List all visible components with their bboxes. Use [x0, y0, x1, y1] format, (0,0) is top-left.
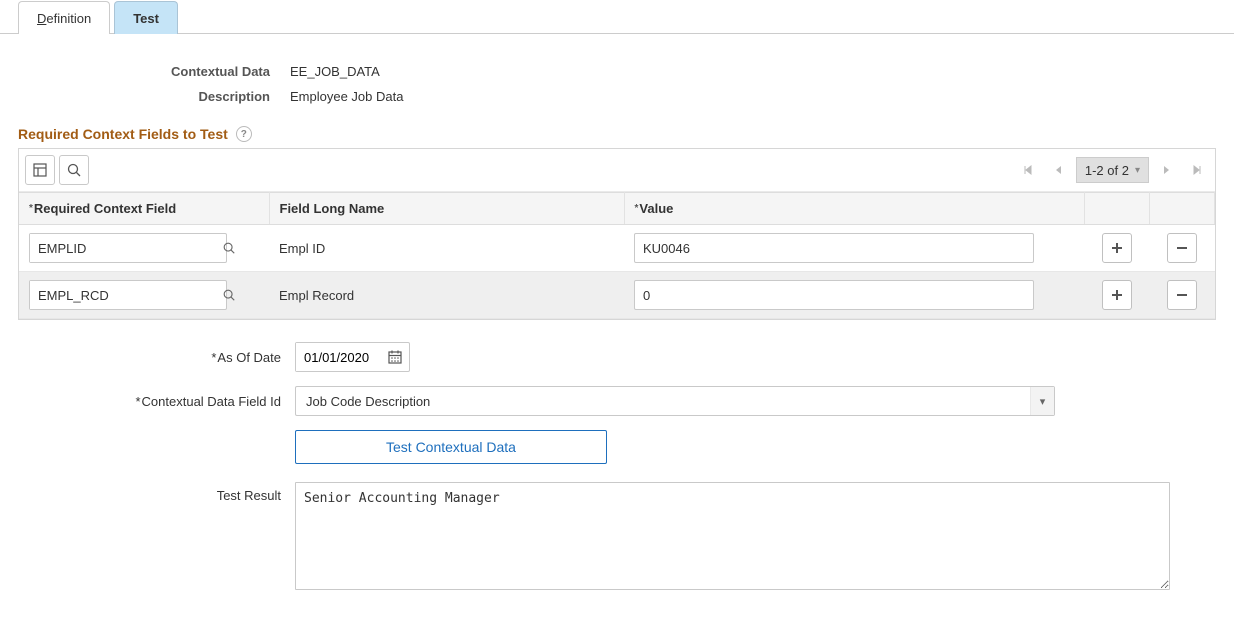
required-field-input[interactable]: [30, 281, 222, 309]
pager-next-icon[interactable]: [1155, 158, 1179, 182]
lookup-icon[interactable]: [222, 234, 236, 262]
contextual-data-label: Contextual Data: [0, 64, 290, 79]
pager-last-icon[interactable]: [1185, 158, 1209, 182]
test-result-label: Test Result: [0, 482, 295, 503]
calendar-icon[interactable]: [381, 343, 409, 371]
grid-toolbar: 1-2 of 2 ▾: [19, 149, 1215, 192]
add-row-button[interactable]: [1102, 233, 1132, 263]
required-field-lookup[interactable]: [29, 280, 227, 310]
as-of-date-field[interactable]: [295, 342, 410, 372]
as-of-date-label: *As Of Date: [0, 350, 295, 365]
test-contextual-data-button[interactable]: Test Contextual Data: [295, 430, 607, 464]
pager-prev-icon[interactable]: [1046, 158, 1070, 182]
tab-definition[interactable]: Definition: [18, 1, 110, 34]
pager-count[interactable]: 1-2 of 2 ▾: [1076, 157, 1149, 183]
description-value: Employee Job Data: [290, 89, 403, 104]
pager-first-icon[interactable]: [1016, 158, 1040, 182]
col-required-field: *Required Context Field: [19, 193, 269, 225]
chevron-down-icon: ▾: [1135, 165, 1140, 176]
required-field-lookup[interactable]: [29, 233, 227, 263]
delete-row-button[interactable]: [1167, 280, 1197, 310]
table-row: Empl ID: [19, 225, 1215, 272]
contextual-data-row: Contextual Data EE_JOB_DATA: [0, 64, 1234, 79]
delete-row-button[interactable]: [1167, 233, 1197, 263]
col-field-long-name: Field Long Name: [269, 193, 624, 225]
help-icon[interactable]: ?: [236, 126, 252, 142]
add-row-button[interactable]: [1102, 280, 1132, 310]
col-value: *Value: [624, 193, 1085, 225]
field-long-name-cell: Empl Record: [269, 272, 624, 319]
test-result-row: Test Result: [0, 482, 1234, 593]
cdf-row: *Contextual Data Field Id Job Code Descr…: [0, 386, 1234, 416]
tab-bar: Definition Test: [0, 0, 1234, 34]
cdf-select[interactable]: Job Code Description ▾: [295, 386, 1055, 416]
field-long-name-cell: Empl ID: [269, 225, 624, 272]
section-heading: Required Context Fields to Test ?: [18, 126, 1234, 142]
test-result-output[interactable]: [295, 482, 1170, 590]
as-of-date-input[interactable]: [296, 343, 381, 371]
required-field-input[interactable]: [30, 234, 222, 262]
value-input[interactable]: [634, 233, 1034, 263]
personalize-icon[interactable]: [25, 155, 55, 185]
as-of-date-row: *As Of Date: [0, 342, 1234, 372]
grid-table: *Required Context Field Field Long Name …: [19, 192, 1215, 319]
context-fields-grid: 1-2 of 2 ▾ *Required Context Field Field…: [18, 148, 1216, 320]
test-button-row: Test Contextual Data: [0, 430, 1234, 464]
table-row: Empl Record: [19, 272, 1215, 319]
lookup-icon[interactable]: [222, 281, 236, 309]
cdf-label: *Contextual Data Field Id: [0, 394, 295, 409]
value-input[interactable]: [634, 280, 1034, 310]
chevron-down-icon: ▾: [1030, 387, 1054, 415]
tab-test[interactable]: Test: [114, 1, 178, 34]
find-icon[interactable]: [59, 155, 89, 185]
contextual-data-value: EE_JOB_DATA: [290, 64, 380, 79]
description-row: Description Employee Job Data: [0, 89, 1234, 104]
description-label: Description: [0, 89, 290, 104]
grid-pager: 1-2 of 2 ▾: [1016, 157, 1209, 183]
